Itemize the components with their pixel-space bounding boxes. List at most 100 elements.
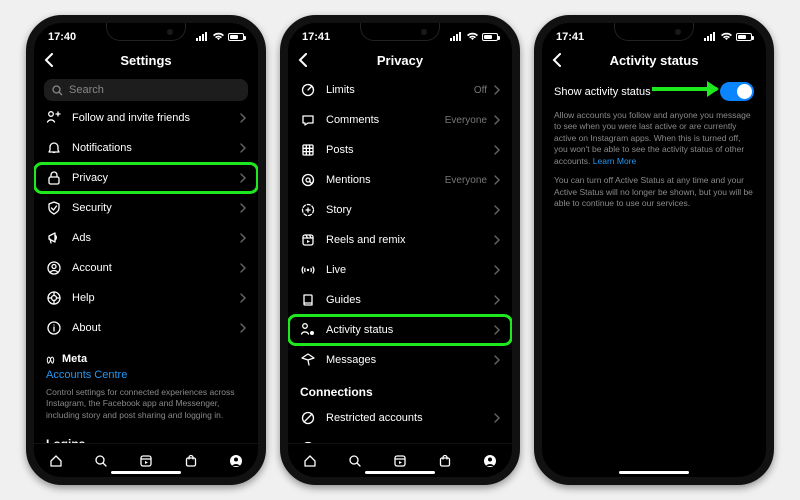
row-label: Account	[72, 262, 112, 274]
account-icon	[46, 260, 62, 276]
tab-shop-icon[interactable]	[183, 453, 199, 469]
nav-bar: Settings	[34, 45, 258, 75]
search-input[interactable]: Search	[44, 79, 248, 101]
chevron-right-icon	[493, 355, 500, 365]
chevron-right-icon	[239, 203, 246, 213]
signal-icon	[196, 32, 209, 41]
status-time: 17:40	[48, 31, 76, 43]
row-label: Follow and invite friends	[72, 112, 190, 124]
live-icon	[300, 262, 316, 278]
row-label: Privacy	[72, 172, 108, 184]
comment-icon	[300, 112, 316, 128]
settings-row-ads[interactable]: Ads	[34, 223, 258, 253]
signal-icon	[704, 32, 717, 41]
search-placeholder: Search	[69, 84, 104, 96]
privacy-row-live[interactable]: Live	[288, 255, 512, 285]
wifi-icon	[720, 32, 733, 41]
posts-icon	[300, 142, 316, 158]
settings-row-help[interactable]: Help	[34, 283, 258, 313]
privacy-row-comments[interactable]: CommentsEveryone	[288, 105, 512, 135]
chevron-right-icon	[493, 205, 500, 215]
activity-caption-2: You can turn off Active Status at any ti…	[542, 173, 766, 215]
tab-profile-icon[interactable]	[482, 453, 498, 469]
privacy-row-limits[interactable]: Limits Off	[288, 75, 512, 105]
story-icon	[300, 202, 316, 218]
privacy-row-guides[interactable]: Guides	[288, 285, 512, 315]
privacy-row-posts[interactable]: Posts	[288, 135, 512, 165]
page-title: Settings	[120, 53, 171, 68]
row-label: Posts	[326, 144, 354, 156]
back-button[interactable]	[298, 53, 310, 67]
activity-icon	[300, 322, 316, 338]
chevron-right-icon	[239, 113, 246, 123]
settings-row-notifications[interactable]: Notifications	[34, 133, 258, 163]
row-label: Story	[326, 204, 352, 216]
tab-reels-tab-icon[interactable]	[138, 453, 154, 469]
row-label: Help	[72, 292, 95, 304]
row-value: Everyone	[445, 115, 487, 126]
shield-icon	[46, 200, 62, 216]
chevron-right-icon	[239, 233, 246, 243]
chevron-right-icon	[239, 323, 246, 333]
activity-status-toggle[interactable]	[720, 82, 754, 101]
phone-privacy: 17:41 Privacy LimitsOffCommentsEveryoneP…	[280, 15, 520, 485]
row-label: Security	[72, 202, 112, 214]
battery-icon	[482, 33, 498, 41]
chevron-right-icon	[493, 175, 500, 185]
chevron-right-icon	[239, 173, 246, 183]
tab-home-icon[interactable]	[48, 453, 64, 469]
connections-row-restricted-accounts[interactable]: Restricted accounts	[288, 403, 512, 433]
home-indicator	[365, 471, 435, 474]
search-icon	[52, 85, 63, 96]
connections-row-blocked-accounts[interactable]: Blocked accounts	[288, 433, 512, 443]
tab-home-icon[interactable]	[302, 453, 318, 469]
chevron-right-icon	[239, 263, 246, 273]
row-label: Guides	[326, 294, 361, 306]
status-time: 17:41	[556, 31, 584, 43]
privacy-row-mentions[interactable]: MentionsEveryone	[288, 165, 512, 195]
logins-heading: Logins	[34, 427, 258, 443]
row-label: Messages	[326, 354, 376, 366]
accounts-centre-link[interactable]: Accounts Centre	[34, 365, 258, 385]
learn-more-link[interactable]: Learn More	[593, 156, 636, 166]
back-button[interactable]	[552, 53, 564, 67]
tab-reels-tab-icon[interactable]	[392, 453, 408, 469]
chevron-right-icon	[493, 325, 500, 335]
notch	[614, 23, 694, 41]
tab-profile-icon[interactable]	[228, 453, 244, 469]
chevron-right-icon	[493, 85, 500, 95]
privacy-row-activity-status[interactable]: Activity status	[288, 315, 512, 345]
nav-bar: Activity status	[542, 45, 766, 75]
row-value: Off	[474, 85, 487, 96]
row-label: Restricted accounts	[326, 412, 423, 424]
settings-row-privacy[interactable]: Privacy	[34, 163, 258, 193]
phone-settings: 17:40 Settings Search Follow and invite …	[26, 15, 266, 485]
privacy-row-reels-and-remix[interactable]: Reels and remix	[288, 225, 512, 255]
privacy-row-story[interactable]: Story	[288, 195, 512, 225]
settings-row-about[interactable]: About	[34, 313, 258, 343]
chevron-right-icon	[493, 115, 500, 125]
tab-shop-icon[interactable]	[437, 453, 453, 469]
reels-icon	[300, 232, 316, 248]
settings-row-security[interactable]: Security	[34, 193, 258, 223]
row-label: Notifications	[72, 142, 132, 154]
activity-status-content: Show activity status Allow accounts you …	[542, 75, 766, 443]
privacy-row-messages[interactable]: Messages	[288, 345, 512, 375]
bell-icon	[46, 140, 62, 156]
megaphone-icon	[46, 230, 62, 246]
show-activity-status-row[interactable]: Show activity status	[542, 75, 766, 108]
settings-row-account[interactable]: Account	[34, 253, 258, 283]
back-button[interactable]	[44, 53, 56, 67]
row-label: Live	[326, 264, 346, 276]
tab-search-icon[interactable]	[347, 453, 363, 469]
tab-search-icon[interactable]	[93, 453, 109, 469]
nav-bar: Privacy	[288, 45, 512, 75]
messages-icon	[300, 352, 316, 368]
settings-row-follow-and-invite-friends[interactable]: Follow and invite friends	[34, 103, 258, 133]
row-label: Activity status	[326, 324, 393, 336]
chevron-right-icon	[493, 145, 500, 155]
annotation-arrow	[652, 87, 717, 91]
chevron-right-icon	[239, 143, 246, 153]
wifi-icon	[212, 32, 225, 41]
row-label: Limits	[326, 84, 355, 96]
